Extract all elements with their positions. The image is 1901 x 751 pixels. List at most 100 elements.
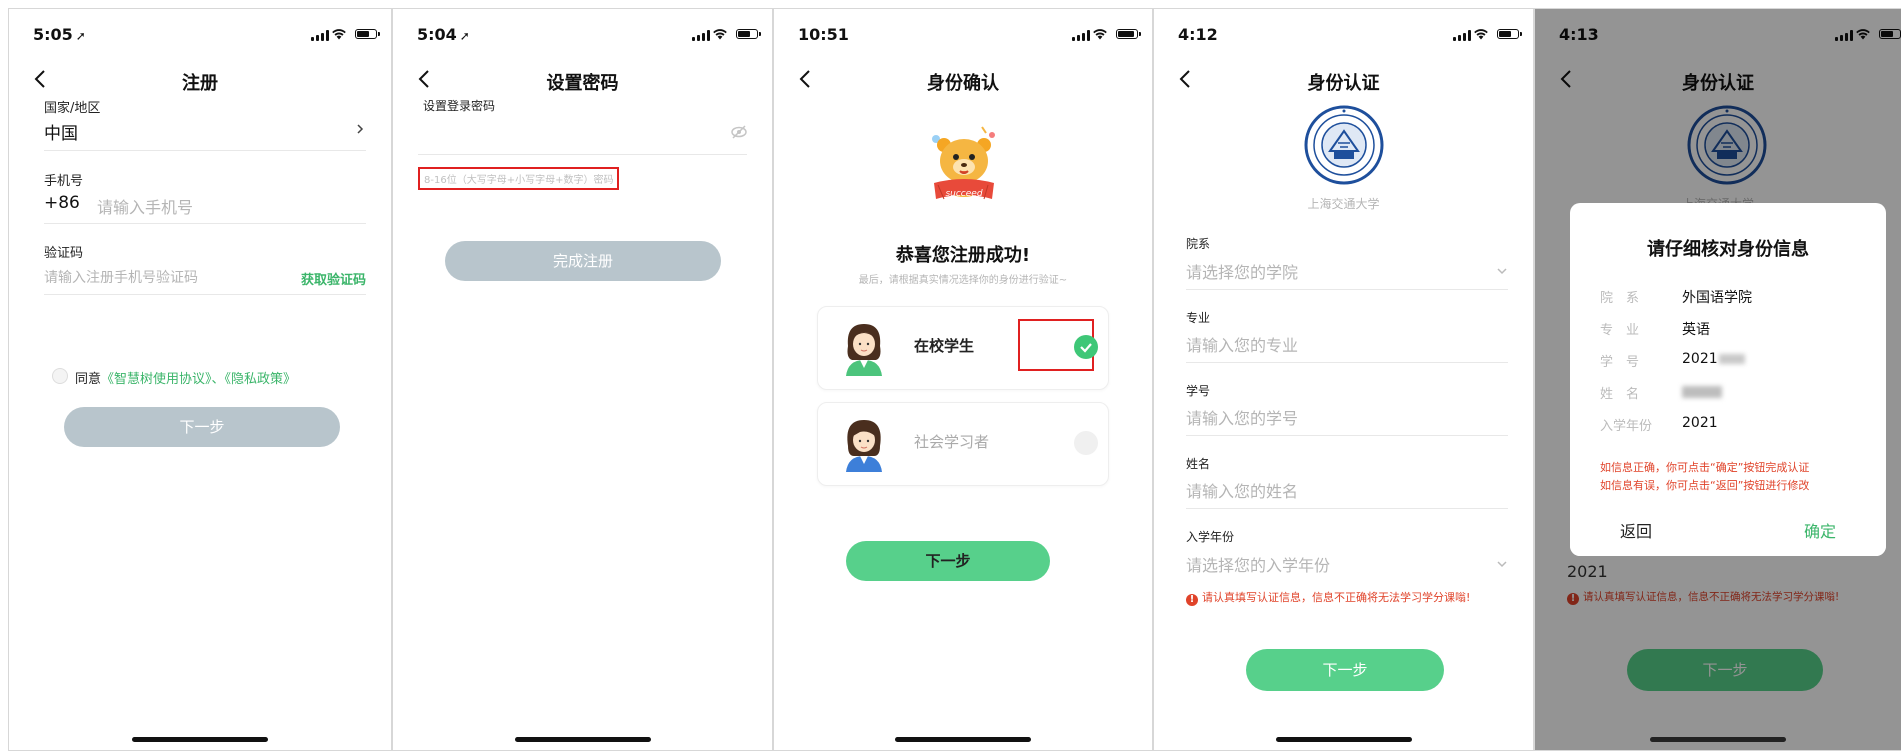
- complete-register-button[interactable]: 完成注册: [445, 241, 721, 281]
- battery-icon: [1497, 29, 1522, 39]
- divider: [418, 154, 747, 155]
- agree-checkbox[interactable]: [52, 368, 68, 384]
- option-social-label: 社会学习者: [914, 433, 990, 451]
- dialog-confirm-button[interactable]: 确定: [1804, 518, 1836, 542]
- wifi-icon: [713, 29, 727, 40]
- dialog-note-wrong: 如信息有误，你可点击“返回”按钮进行修改: [1600, 479, 1810, 492]
- name-input[interactable]: 请输入您的姓名: [1186, 478, 1298, 502]
- divider: [1186, 289, 1508, 290]
- status-bar: 4:12: [1154, 9, 1533, 59]
- status-time: 10:51: [798, 25, 849, 44]
- eye-hidden-icon[interactable]: [731, 125, 747, 139]
- university-name: 上海交通大学: [1307, 197, 1380, 211]
- student-id-input[interactable]: 请输入您的学号: [1186, 405, 1298, 429]
- divider: [1186, 362, 1508, 363]
- row-value: 英语: [1682, 322, 1710, 338]
- wifi-icon: [1093, 29, 1107, 40]
- dialog-row-major: 专 业 英语: [1600, 319, 1866, 339]
- divider: [44, 294, 366, 295]
- enroll-year-select[interactable]: 请选择您的入学年份: [1186, 552, 1330, 576]
- row-key: 院 系: [1600, 291, 1640, 306]
- dialog-footer: 返回 确定: [1570, 504, 1886, 556]
- country-label: 国家/地区: [44, 101, 101, 116]
- code-input[interactable]: 请输入注册手机号验证码: [44, 267, 198, 287]
- dialog-row-enroll-year: 入学年份 2021: [1600, 415, 1866, 435]
- mascot-succeed-illustration: [932, 126, 995, 200]
- status-time: 5:05 ➚: [33, 25, 86, 44]
- student-id-label: 学号: [1186, 384, 1211, 398]
- agreement-links[interactable]: 《智慧树使用协议》、《隐私政策》: [101, 372, 296, 387]
- next-button[interactable]: 下一步: [846, 541, 1050, 581]
- name-label: 姓名: [1186, 457, 1211, 471]
- unselected-radio[interactable]: [1074, 431, 1098, 455]
- code-label: 验证码: [44, 246, 84, 261]
- page-title: 设置密码: [546, 73, 619, 94]
- status-bar: 10:51: [774, 9, 1152, 59]
- row-key: 学 号: [1600, 355, 1640, 370]
- checkmark-icon[interactable]: [1074, 335, 1098, 359]
- signal-icon: [311, 30, 329, 41]
- battery-icon: [736, 29, 761, 39]
- home-indicator: [895, 737, 1031, 742]
- warning-text: ! 请认真填写认证信息，信息不正确将无法学习学分课嗡!: [1186, 589, 1470, 606]
- identity-verify-modal-screen: 4:13 身份认证 上海交通大学 2021 !请认真填写认证信息，信息不正确将无…: [1534, 8, 1901, 751]
- congrats-subtitle: 最后，请根据真实情况选择你的身份进行验证~: [858, 275, 1068, 286]
- enroll-year-label: 入学年份: [1186, 530, 1235, 544]
- alert-icon: !: [1186, 594, 1198, 606]
- status-time: 4:12: [1178, 25, 1218, 44]
- department-label: 院系: [1186, 237, 1211, 251]
- option-card-student[interactable]: 在校学生: [817, 306, 1109, 390]
- password-input[interactable]: [418, 121, 747, 149]
- next-button[interactable]: 下一步: [64, 407, 340, 447]
- divider: [1186, 435, 1508, 436]
- home-indicator: [1650, 737, 1786, 742]
- dialog-row-department: 院 系 外国语学院: [1600, 287, 1866, 307]
- battery-icon: [1116, 29, 1141, 39]
- home-indicator: [1275, 737, 1412, 742]
- option-student-label: 在校学生: [914, 337, 975, 355]
- chevron-down-icon[interactable]: [1496, 265, 1508, 277]
- location-icon: ➚: [459, 29, 470, 43]
- battery-icon: [355, 29, 380, 39]
- department-select[interactable]: 请选择您的学院: [1186, 259, 1298, 283]
- identity-auth-screen: 4:12 身份认证 上海交通大学 院系 请选择您的学院 专业 请输入您的专业 学…: [1153, 8, 1534, 751]
- row-key: 入学年份: [1600, 419, 1653, 434]
- row-value: 外国语学院: [1682, 290, 1752, 306]
- chevron-down-icon[interactable]: [1496, 558, 1508, 570]
- page-title: 身份认证: [1307, 73, 1380, 94]
- next-button[interactable]: 下一步: [1246, 649, 1444, 691]
- password-hint: 8-16位（大写字母+小写字母+数字）密码: [418, 167, 620, 190]
- wifi-icon: [1474, 29, 1488, 40]
- social-learner-avatar-icon: [846, 420, 882, 472]
- country-value[interactable]: 中国: [44, 119, 78, 144]
- set-password-screen: 5:04 ➚ 设置密码 设置登录密码 8-16位（大写字母+小写字母+数字）密码 …: [392, 8, 773, 751]
- register-screen: 5:05 ➚ 注册 国家/地区 中国 手机号 +86 请输入手机号 验证码 请输入…: [8, 8, 392, 751]
- password-label: 设置登录密码: [423, 99, 496, 113]
- row-value: 2021: [1682, 415, 1718, 431]
- phone-label: 手机号: [44, 174, 84, 189]
- wifi-icon: [332, 29, 346, 40]
- chevron-right-icon[interactable]: [354, 123, 366, 135]
- phone-prefix[interactable]: +86: [44, 193, 80, 213]
- status-bar: 5:04 ➚: [393, 9, 772, 59]
- succeed-badge: succeed: [945, 189, 983, 199]
- dialog-back-button[interactable]: 返回: [1620, 518, 1652, 542]
- divider: [44, 223, 366, 224]
- signal-icon: [1453, 30, 1471, 41]
- signal-icon: [1072, 30, 1090, 41]
- redacted-id: [1718, 354, 1745, 364]
- status-time: 5:04 ➚: [417, 25, 470, 44]
- phone-input[interactable]: 请输入手机号: [97, 194, 193, 218]
- home-indicator: [132, 737, 268, 742]
- redacted-name: [1682, 386, 1722, 398]
- option-card-social[interactable]: 社会学习者: [817, 402, 1109, 486]
- congrats-title: 恭喜您注册成功!: [895, 245, 1031, 266]
- major-input[interactable]: 请输入您的专业: [1186, 332, 1298, 356]
- dialog-row-student-id: 学 号 2021: [1600, 351, 1866, 371]
- get-code-button[interactable]: 获取验证码: [301, 269, 366, 288]
- student-avatar-icon: [846, 324, 882, 376]
- row-key: 专 业: [1600, 323, 1640, 338]
- agreement-text: 同意《智慧树使用协议》、《隐私政策》: [75, 372, 297, 387]
- page-title: 身份确认: [927, 73, 999, 94]
- major-label: 专业: [1186, 311, 1211, 325]
